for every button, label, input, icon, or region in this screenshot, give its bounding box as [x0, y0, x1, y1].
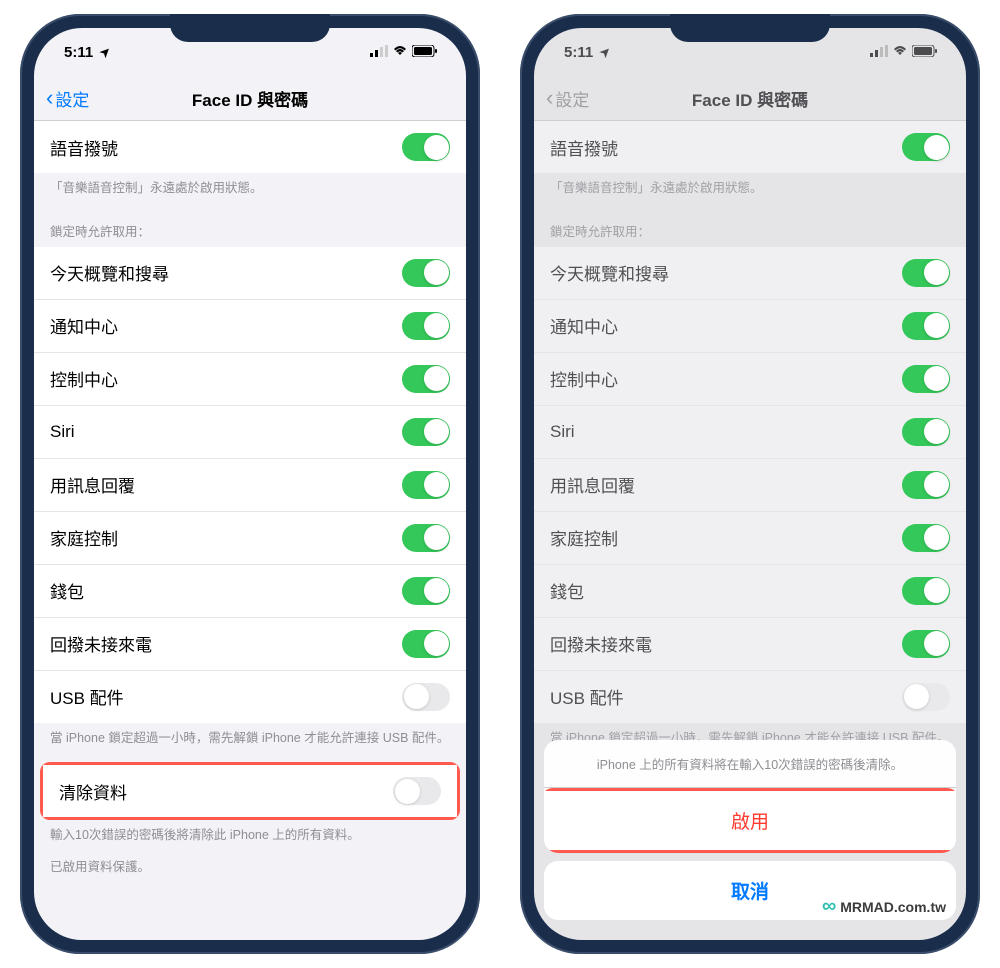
row-erase-data[interactable]: 清除資料	[43, 765, 457, 817]
screen-right: 5:11 ➤ ‹ 設定 Face ID 與密碼	[534, 28, 966, 940]
watermark-text: MRMAD.com.tw	[840, 899, 946, 915]
row-label: 語音撥號	[50, 135, 118, 160]
lock-header: 鎖定時允許取用：	[534, 205, 966, 247]
toggle[interactable]	[402, 471, 450, 499]
row-wallet: 錢包	[34, 565, 466, 618]
toggle-voice-dial[interactable]	[402, 133, 450, 161]
phone-left: 5:11 ➤ ‹ 設定 Face ID 與密碼	[20, 14, 480, 954]
row-usb-accessories: USB 配件	[534, 671, 966, 723]
toggle[interactable]	[402, 577, 450, 605]
toggle	[902, 418, 950, 446]
toggle	[902, 683, 950, 711]
toggle[interactable]	[402, 630, 450, 658]
toggle	[902, 133, 950, 161]
toggle[interactable]	[402, 365, 450, 393]
location-icon: ➤	[597, 43, 614, 60]
row-usb-accessories: USB 配件	[34, 671, 466, 723]
highlight-erase-row: 清除資料	[40, 762, 460, 820]
voice-footer: 「音樂語音控制」永遠處於啟用狀態。	[534, 173, 966, 205]
battery-icon	[912, 44, 938, 61]
sheet-message: iPhone 上的所有資料將在輸入10次錯誤的密碼後清除。	[544, 740, 956, 788]
sheet-group: iPhone 上的所有資料將在輸入10次錯誤的密碼後清除。 啟用	[544, 740, 956, 853]
notch	[170, 14, 330, 42]
row-siri: Siri	[534, 406, 966, 459]
screen-left: 5:11 ➤ ‹ 設定 Face ID 與密碼	[34, 28, 466, 940]
row-reply-message: 用訊息回覆	[534, 459, 966, 512]
chevron-left-icon: ‹	[546, 85, 553, 111]
row-return-calls: 回撥未接來電	[534, 618, 966, 671]
status-time: 5:11	[564, 44, 593, 61]
highlight-enable-button: 啟用	[544, 788, 956, 853]
lock-access-group: 今天概覽和搜尋 通知中心 控制中心 Siri 用訊息回覆 家庭控制 錢包 回撥未…	[534, 247, 966, 723]
row-control-center: 控制中心	[534, 353, 966, 406]
battery-icon	[412, 44, 438, 61]
row-wallet: 錢包	[534, 565, 966, 618]
row-reply-message: 用訊息回覆	[34, 459, 466, 512]
toggle[interactable]	[402, 312, 450, 340]
infinity-icon: ∞	[822, 895, 836, 918]
settings-content[interactable]: 語音撥號 「音樂語音控制」永遠處於啟用狀態。 鎖定時允許取用： 今天概覽和搜尋 …	[34, 121, 466, 940]
row-notification-center: 通知中心	[534, 300, 966, 353]
toggle	[902, 630, 950, 658]
row-control-center: 控制中心	[34, 353, 466, 406]
usb-footer: 當 iPhone 鎖定超過一小時，需先解鎖 iPhone 才能允許連接 USB …	[34, 723, 466, 755]
row-today-view: 今天概覽和搜尋	[534, 247, 966, 300]
row-home-control: 家庭控制	[34, 512, 466, 565]
enable-button[interactable]: 啟用	[544, 791, 956, 850]
row-home-control: 家庭控制	[534, 512, 966, 565]
voice-footer: 「音樂語音控制」永遠處於啟用狀態。	[34, 173, 466, 205]
watermark: ∞ MRMAD.com.tw	[822, 895, 946, 918]
toggle	[902, 312, 950, 340]
wifi-icon	[892, 44, 908, 61]
toggle	[902, 524, 950, 552]
lock-access-group: 今天概覽和搜尋 通知中心 控制中心 Siri 用訊息回覆 家庭控制 錢包 回撥未…	[34, 247, 466, 723]
nav-title: Face ID 與密碼	[192, 86, 308, 111]
toggle[interactable]	[402, 524, 450, 552]
status-time: 5:11	[64, 44, 93, 61]
location-icon: ➤	[97, 43, 114, 60]
toggle-erase[interactable]	[393, 777, 441, 805]
row-today-view: 今天概覽和搜尋	[34, 247, 466, 300]
row-notification-center: 通知中心	[34, 300, 466, 353]
wifi-icon	[392, 44, 408, 61]
nav-bar: ‹ 設定 Face ID 與密碼	[534, 76, 966, 121]
row-siri: Siri	[34, 406, 466, 459]
erase-footer: 輸入10次錯誤的密碼後將清除此 iPhone 上的所有資料。	[34, 820, 466, 852]
chevron-left-icon: ‹	[46, 85, 53, 111]
back-button[interactable]: ‹ 設定	[46, 85, 89, 111]
nav-bar: ‹ 設定 Face ID 與密碼	[34, 76, 466, 121]
back-button: ‹ 設定	[546, 85, 589, 111]
toggle[interactable]	[402, 418, 450, 446]
toggle[interactable]	[402, 259, 450, 287]
lock-header: 鎖定時允許取用：	[34, 205, 466, 247]
row-return-calls: 回撥未接來電	[34, 618, 466, 671]
protection-footer: 已啟用資料保護。	[34, 852, 466, 884]
toggle	[902, 259, 950, 287]
notch	[670, 14, 830, 42]
toggle	[902, 471, 950, 499]
toggle	[902, 365, 950, 393]
back-label: 設定	[55, 86, 89, 111]
toggle	[902, 577, 950, 605]
row-voice-dial: 語音撥號	[534, 121, 966, 173]
signal-icon	[370, 44, 388, 61]
phone-right: 5:11 ➤ ‹ 設定 Face ID 與密碼	[520, 14, 980, 954]
back-label: 設定	[555, 86, 589, 111]
row-voice-dial[interactable]: 語音撥號	[34, 121, 466, 173]
toggle[interactable]	[402, 683, 450, 711]
nav-title: Face ID 與密碼	[692, 86, 808, 111]
signal-icon	[870, 44, 888, 61]
row-label: 清除資料	[59, 779, 127, 804]
